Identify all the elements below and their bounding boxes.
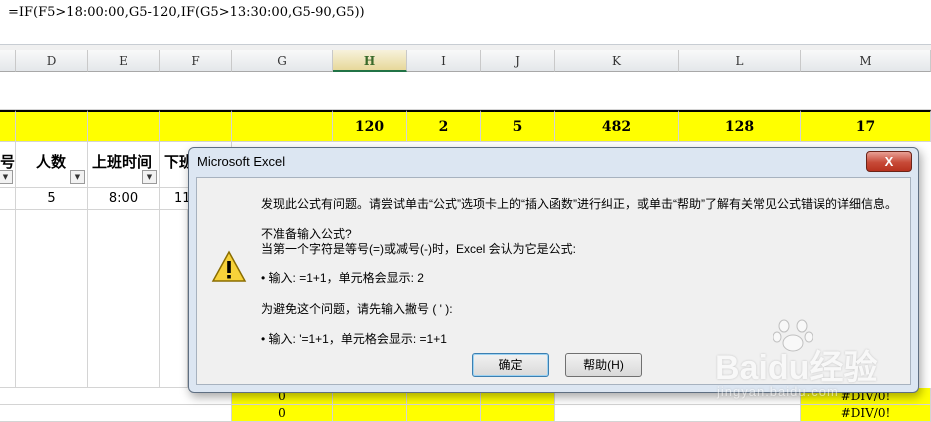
cell-j-bottom-2[interactable] bbox=[481, 405, 555, 422]
cell-f-totals[interactable] bbox=[160, 110, 232, 142]
cell-g-zero-2[interactable]: 0 bbox=[232, 405, 333, 422]
cell-e5[interactable]: 8:00 bbox=[88, 188, 160, 210]
column-header-e[interactable]: E bbox=[88, 50, 160, 72]
cell-d-totals[interactable] bbox=[16, 110, 88, 142]
header-label-d: 人数 bbox=[36, 153, 67, 171]
cell-i-total[interactable]: 2 bbox=[407, 110, 481, 142]
header-cell-e[interactable]: 上班时间 ▼ bbox=[88, 142, 160, 188]
filter-dropdown-c[interactable]: ▼ bbox=[0, 170, 13, 184]
column-header-d[interactable]: D bbox=[16, 50, 88, 72]
message-line-6: • 输入: '=1+1，单元格会显示: =1+1 bbox=[261, 332, 447, 346]
row-bottom-2-left[interactable] bbox=[0, 405, 232, 422]
cell-h-bottom-2[interactable] bbox=[333, 405, 407, 422]
empty-cells-c[interactable] bbox=[0, 210, 16, 388]
cell-c-totals[interactable] bbox=[0, 110, 16, 142]
warning-icon bbox=[211, 250, 247, 282]
cell-c5[interactable] bbox=[0, 188, 16, 210]
column-header-j[interactable]: J bbox=[481, 50, 555, 72]
cell-g-totals[interactable] bbox=[232, 110, 333, 142]
close-button[interactable]: X bbox=[866, 151, 912, 172]
header-label-c: 号 bbox=[0, 153, 16, 171]
dialog-title: Microsoft Excel bbox=[197, 154, 286, 169]
cell-h-total[interactable]: 120 bbox=[333, 110, 407, 142]
column-header-l[interactable]: L bbox=[679, 50, 801, 72]
cell-d5[interactable]: 5 bbox=[16, 188, 88, 210]
help-button[interactable]: 帮助(H) bbox=[565, 353, 642, 377]
filter-dropdown-d[interactable]: ▼ bbox=[70, 170, 85, 184]
baidu-watermark: Baidu经验 jingyan.baidu.com bbox=[715, 318, 925, 418]
column-header-h[interactable]: H bbox=[333, 50, 407, 72]
column-header-f[interactable]: F bbox=[160, 50, 232, 72]
message-line-1: 发现此公式有问题。请尝试单击“公式”选项卡上的“插入函数”进行纠正，或单击“帮助… bbox=[261, 197, 897, 211]
column-header-k[interactable]: K bbox=[555, 50, 679, 72]
watermark-url: jingyan.baidu.com bbox=[717, 384, 839, 399]
header-cell-c[interactable]: 号 ▼ bbox=[0, 142, 16, 188]
formula-text: =IF(F5>18:00:00,G5-120,IF(G5>13:30:00,G5… bbox=[8, 5, 365, 20]
column-header-m[interactable]: M bbox=[801, 50, 931, 72]
empty-cells-d[interactable] bbox=[16, 210, 88, 388]
cell-k-total[interactable]: 482 bbox=[555, 110, 679, 142]
watermark-brand: Baidu经验 bbox=[715, 349, 878, 387]
column-header-i[interactable]: I bbox=[407, 50, 481, 72]
cell-i-bottom-2[interactable] bbox=[407, 405, 481, 422]
empty-cells-f[interactable] bbox=[160, 210, 188, 388]
header-label-e: 上班时间 bbox=[92, 153, 153, 171]
column-header-g[interactable]: G bbox=[232, 50, 333, 72]
cell-j-total[interactable]: 5 bbox=[481, 110, 555, 142]
ok-button[interactable]: 确定 bbox=[472, 353, 549, 377]
cell-m-total[interactable]: 17 bbox=[801, 110, 931, 142]
formula-bar[interactable]: =IF(F5>18:00:00,G5-120,IF(G5>13:30:00,G5… bbox=[0, 0, 931, 45]
message-line-4: • 输入: =1+1，单元格会显示: 2 bbox=[261, 271, 424, 285]
message-line-5: 为避免这个问题，请先输入撇号 ( ' ): bbox=[261, 302, 453, 316]
filter-dropdown-e[interactable]: ▼ bbox=[142, 170, 157, 184]
empty-cells-e[interactable] bbox=[88, 210, 160, 388]
column-header-c[interactable] bbox=[0, 50, 16, 72]
message-line-3: 当第一个字符是等号(=)或减号(-)时，Excel 会认为它是公式: bbox=[261, 242, 577, 256]
cell-l-total[interactable]: 128 bbox=[679, 110, 801, 142]
blank-row[interactable] bbox=[0, 72, 931, 110]
header-cell-d[interactable]: 人数 ▼ bbox=[16, 142, 88, 188]
cell-e-totals[interactable] bbox=[88, 110, 160, 142]
